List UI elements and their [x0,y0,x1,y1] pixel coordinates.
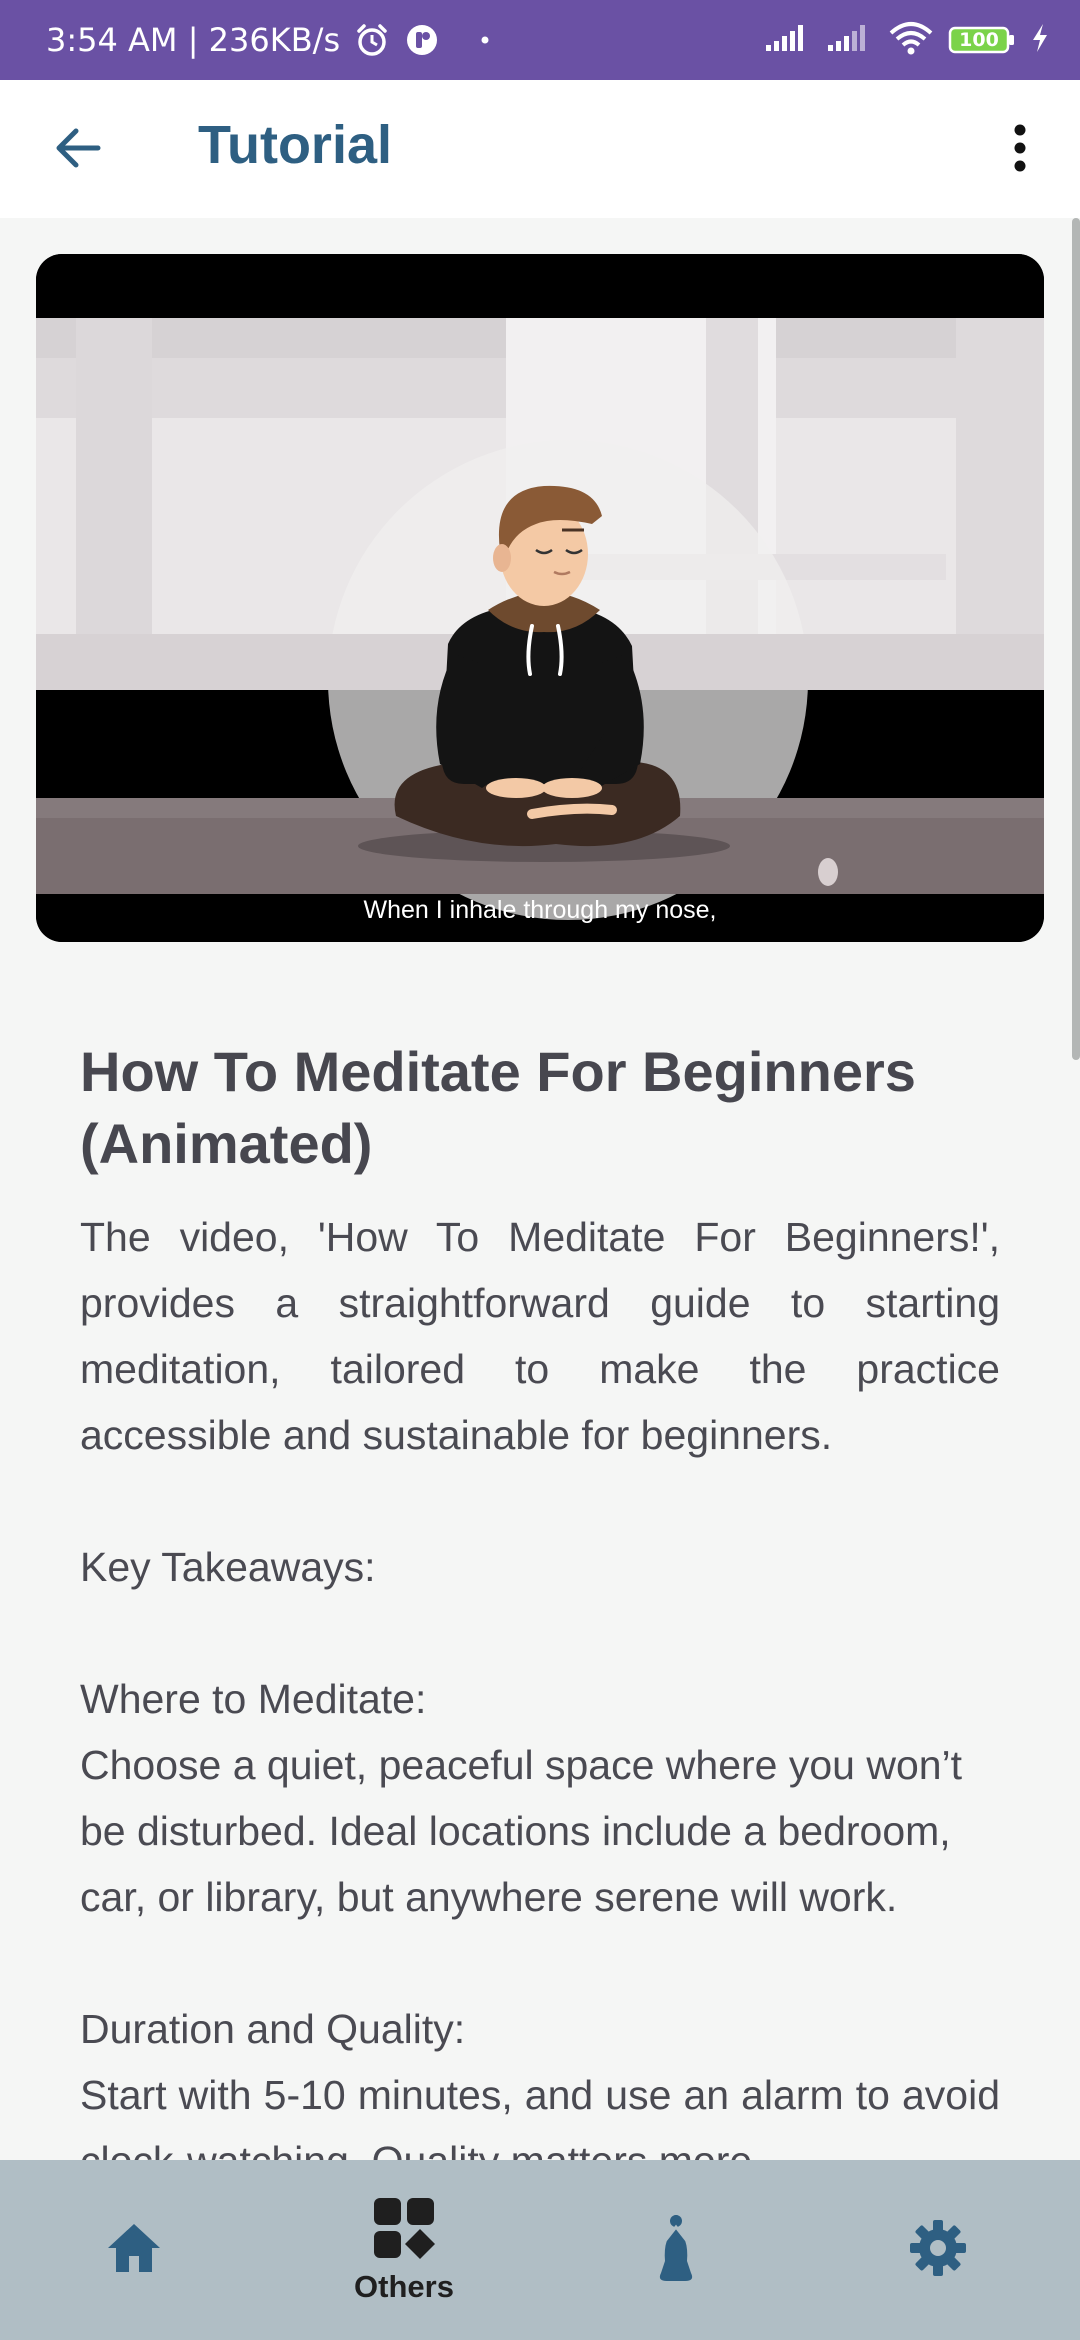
battery-level: 100 [959,29,999,51]
scrollbar[interactable] [1072,218,1080,1060]
where-heading: Where to Meditate: [80,1676,427,1722]
app-bar: Tutorial [0,80,1080,218]
dot-icon [480,35,490,45]
grid-icon [372,2196,436,2265]
back-button[interactable] [38,110,118,190]
status-left: 3:54 AM | 236KB/s [46,0,490,80]
arrow-left-icon [52,122,104,179]
video-player[interactable] [36,254,1044,942]
nav-others-label: Others [354,2268,454,2304]
nav-others[interactable]: Others [304,2160,504,2340]
where-text: Choose a quiet, peaceful space where you… [80,1742,963,1920]
nav-meditation[interactable] [576,2160,776,2340]
nav-settings[interactable] [838,2160,1038,2340]
signal-icon [826,23,874,58]
status-time-speed: 3:54 AM | 236KB/s [46,21,341,59]
key-takeaways-heading: Key Takeaways: [80,1544,376,1590]
settings-icon [908,2218,968,2283]
wifi-icon [888,21,934,60]
meditation-icon [651,2213,701,2288]
article-title: How To Meditate For Beginners (Animated) [80,1040,916,1175]
nav-home[interactable] [34,2160,234,2340]
bottom-navigation: Others [0,2160,1080,2340]
page-title: Tutorial [198,115,392,175]
article-body: The video, 'How To Meditate For Beginner… [80,1204,1000,2194]
alarm-icon [354,22,390,58]
duration-heading: Duration and Quality: [80,2006,466,2052]
video-frame-illustration [36,254,1044,942]
home-icon [104,2220,164,2281]
status-right: 100 [764,0,1050,80]
more-options-button[interactable] [980,110,1060,190]
signal-icon [764,23,812,58]
charging-icon [1030,23,1050,58]
article-intro: The video, 'How To Meditate For Beginner… [80,1214,1000,1458]
app-notification-icon [404,22,440,58]
status-bar: 3:54 AM | 236KB/s 100 [0,0,1080,80]
video-subtitle: When I inhale through my nose, [363,896,717,924]
more-vertical-icon [1010,122,1030,179]
battery-icon: 100 [948,25,1016,55]
